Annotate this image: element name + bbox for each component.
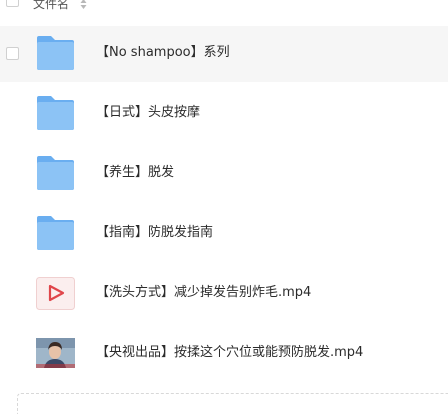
folder-icon [37, 156, 74, 190]
folder-icon [37, 216, 74, 250]
file-name[interactable]: 【央视出品】按揉这个穴位或能预防脱发.mp4 [96, 345, 363, 361]
file-row[interactable]: 【日式】头皮按摩 [0, 86, 448, 142]
file-row[interactable]: 【指南】防脱发指南 [0, 206, 448, 262]
folder-icon [37, 96, 74, 130]
file-name[interactable]: 【洗头方式】减少掉发告别炸毛.mp4 [96, 285, 311, 301]
file-name[interactable]: 【养生】脱发 [96, 165, 174, 181]
file-row[interactable]: 【No shampoo】系列 [0, 26, 448, 82]
video-thumbnail [36, 338, 75, 368]
file-name[interactable]: 【指南】防脱发指南 [96, 225, 213, 241]
video-file-icon [36, 277, 75, 310]
column-header-filename[interactable]: 文件名 [33, 0, 69, 11]
sort-icon[interactable] [80, 0, 87, 10]
file-name[interactable]: 【日式】头皮按摩 [96, 105, 200, 121]
file-row[interactable]: 【养生】脱发 [0, 146, 448, 202]
file-list-header: 文件名 [0, 0, 448, 20]
file-row[interactable]: 【央视出品】按揉这个穴位或能预防脱发.mp4 [0, 326, 448, 382]
row-checkbox[interactable] [6, 47, 19, 60]
file-row[interactable]: 【洗头方式】减少掉发告别炸毛.mp4 [0, 266, 448, 322]
file-name[interactable]: 【No shampoo】系列 [96, 45, 230, 61]
select-all-checkbox[interactable] [6, 0, 19, 7]
upload-drop-area[interactable] [17, 393, 448, 414]
folder-icon [37, 36, 74, 70]
